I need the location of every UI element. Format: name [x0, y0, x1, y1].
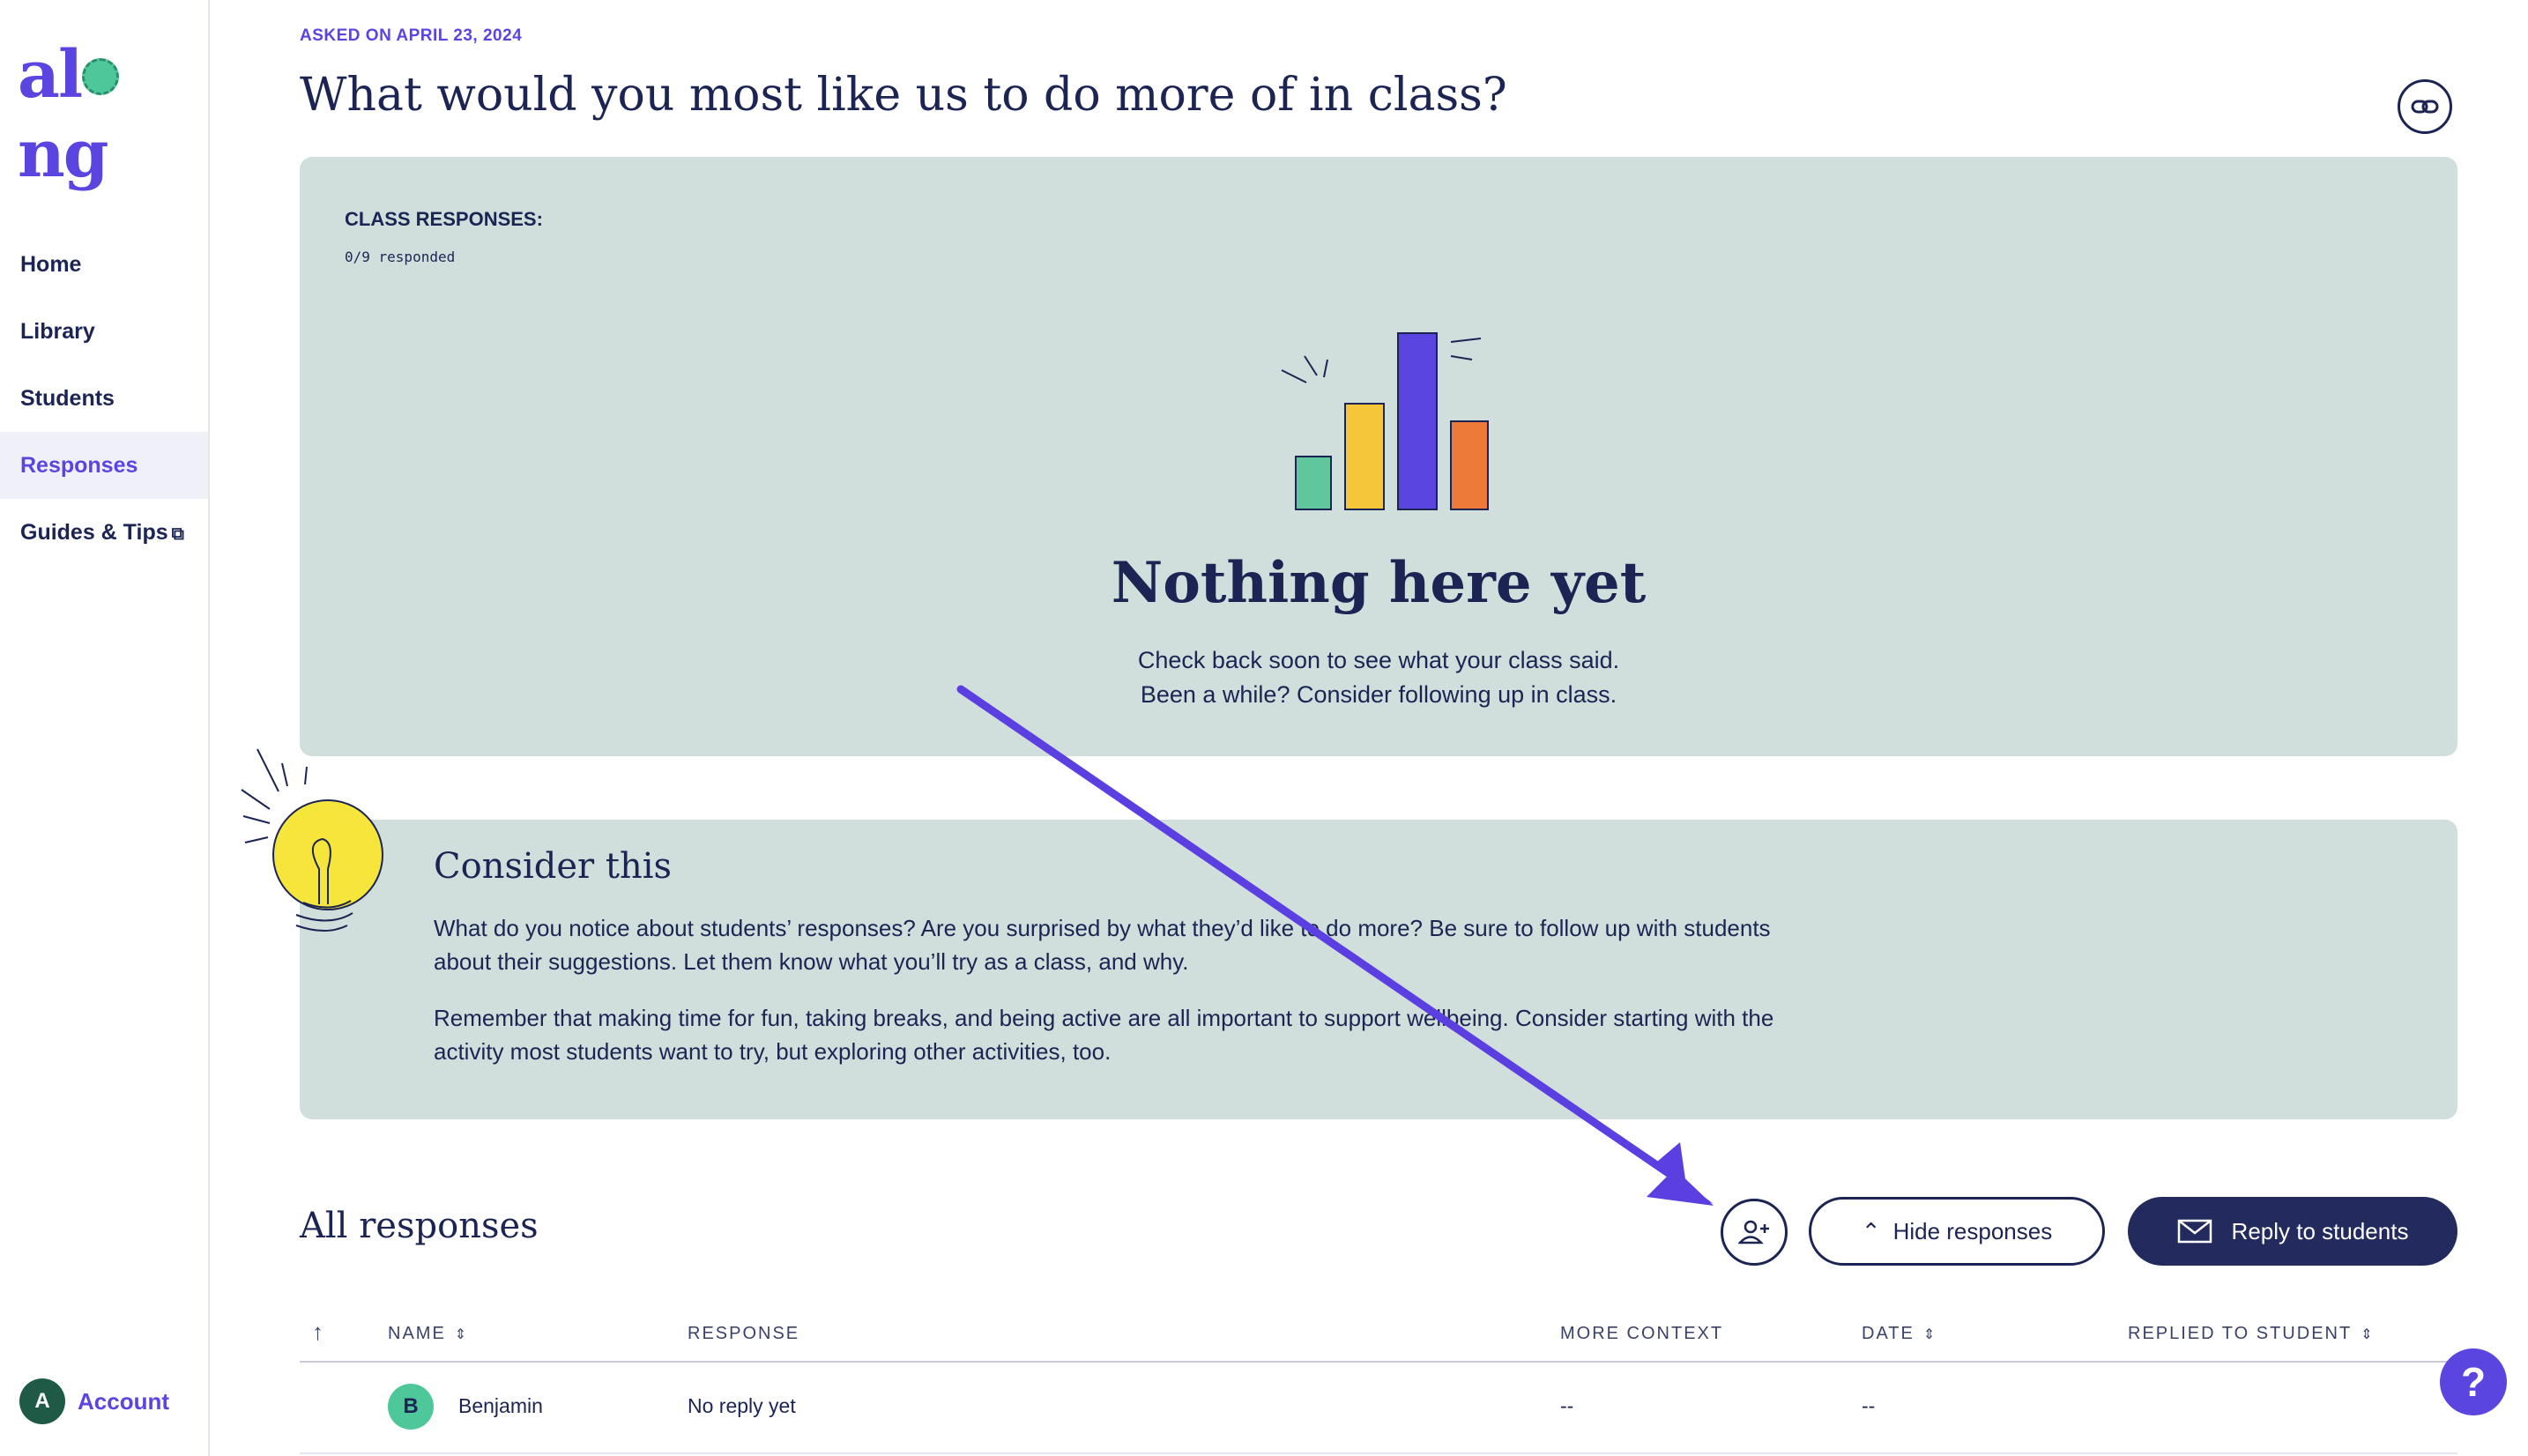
hide-responses-button[interactable]: ⌃ Hide responses: [1809, 1197, 2105, 1266]
responded-count: 0/9 responded: [345, 249, 456, 265]
external-link-icon: ⧉: [171, 524, 184, 544]
sidebar: alng Home Library Students Responses Gui…: [0, 0, 210, 1456]
student-date: --: [1862, 1394, 1876, 1417]
empty-state-line-1: Check back soon to see what your class s…: [1137, 647, 1620, 673]
student-avatar: B: [388, 1384, 434, 1430]
sidebar-item-label: Home: [20, 252, 82, 277]
column-label: MORE CONTEXT: [1560, 1324, 1724, 1343]
responses-table-header: ↑ NAME ⇕ RESPONSE MORE CONTEXT DATE ⇕ REPL…: [300, 1306, 2457, 1363]
sidebar-item-home[interactable]: Home: [0, 231, 208, 298]
consider-paragraph-2-line-1: Remember that making time for fun, takin…: [434, 1005, 1774, 1031]
sidebar-item-students[interactable]: Students: [0, 365, 208, 432]
sort-icon: ⇕: [1922, 1326, 1937, 1342]
column-header-response: RESPONSE: [688, 1324, 799, 1344]
consider-paragraph-1-line-1: What do you notice about students’ respo…: [434, 915, 1771, 941]
asked-date: ASKED ON APRIL 23, 2024: [300, 26, 523, 45]
empty-state-title: Nothing here yet: [1111, 550, 1647, 616]
account-label: Account: [78, 1387, 169, 1415]
sidebar-item-guides-tips[interactable]: Guides & Tips ⧉: [0, 499, 208, 566]
hide-responses-label: Hide responses: [1892, 1217, 2053, 1244]
column-label: NAME: [388, 1324, 446, 1343]
sort-icon: ⇕: [454, 1326, 469, 1342]
consider-title: Consider this: [434, 846, 673, 887]
column-header-more-context: MORE CONTEXT: [1560, 1324, 1723, 1344]
sidebar-item-label: Library: [20, 319, 95, 344]
account-link[interactable]: A Account: [19, 1378, 169, 1424]
table-row[interactable]: B Benjamin No reply yet -- --: [300, 1363, 2457, 1454]
chevron-up-icon: ⌃: [1861, 1217, 1881, 1244]
sort-icon: ⇕: [2361, 1326, 2375, 1342]
consider-this-panel: Consider this What do you notice about s…: [300, 820, 2457, 1119]
column-label: REPLIED TO STUDENT: [2128, 1324, 2353, 1343]
student-response: No reply yet: [688, 1394, 796, 1417]
column-header-name[interactable]: NAME ⇕: [388, 1324, 468, 1344]
add-student-button[interactable]: [1721, 1199, 1788, 1266]
consider-paragraph-1-line-2: about their suggestions. Let them know w…: [434, 948, 1189, 975]
all-responses-title: All responses: [300, 1206, 539, 1246]
consider-paragraph-2-line-2: activity most students want to try, but …: [434, 1038, 1112, 1065]
lightbulb-icon: [241, 748, 383, 932]
along-logo[interactable]: alng: [18, 35, 185, 192]
student-name: Benjamin: [458, 1394, 543, 1417]
empty-state-line-2: Been a while? Consider following up in c…: [1140, 681, 1617, 708]
student-more-context: --: [1560, 1394, 1574, 1417]
class-responses-label: CLASS RESPONSES:: [345, 208, 543, 230]
column-label: RESPONSE: [688, 1324, 800, 1343]
column-header-replied[interactable]: REPLIED TO STUDENT ⇕: [2128, 1324, 2375, 1344]
class-responses-panel: CLASS RESPONSES: 0/9 responded Nothing h…: [300, 157, 2457, 756]
column-label: DATE: [1862, 1324, 1915, 1343]
sidebar-nav: Home Library Students Responses Guides &…: [0, 231, 208, 566]
bar-chart-illustration-icon: [1281, 332, 1489, 510]
sidebar-item-library[interactable]: Library: [0, 298, 208, 365]
logo-face-icon: [82, 57, 120, 95]
reply-to-students-button[interactable]: Reply to students: [2128, 1197, 2457, 1266]
page-title: What would you most like us to do more o…: [300, 69, 1507, 122]
link-icon: [2411, 100, 2439, 114]
sidebar-item-label: Responses: [20, 453, 138, 478]
help-button[interactable]: ?: [2440, 1348, 2507, 1415]
reply-to-students-label: Reply to students: [2231, 1217, 2409, 1244]
copy-link-button[interactable]: [2398, 79, 2452, 134]
add-user-icon: [1738, 1220, 1769, 1244]
sidebar-item-label: Students: [20, 386, 115, 411]
logo-text-right: ng: [18, 116, 109, 192]
sidebar-item-label: Guides & Tips: [20, 520, 168, 545]
logo-text-left: al: [18, 37, 83, 113]
envelope-icon: [2177, 1219, 2212, 1244]
sidebar-item-responses[interactable]: Responses: [0, 432, 208, 499]
column-header-date[interactable]: DATE ⇕: [1862, 1324, 1937, 1344]
sort-arrow-up-icon[interactable]: ↑: [312, 1319, 325, 1346]
avatar: A: [19, 1378, 65, 1424]
